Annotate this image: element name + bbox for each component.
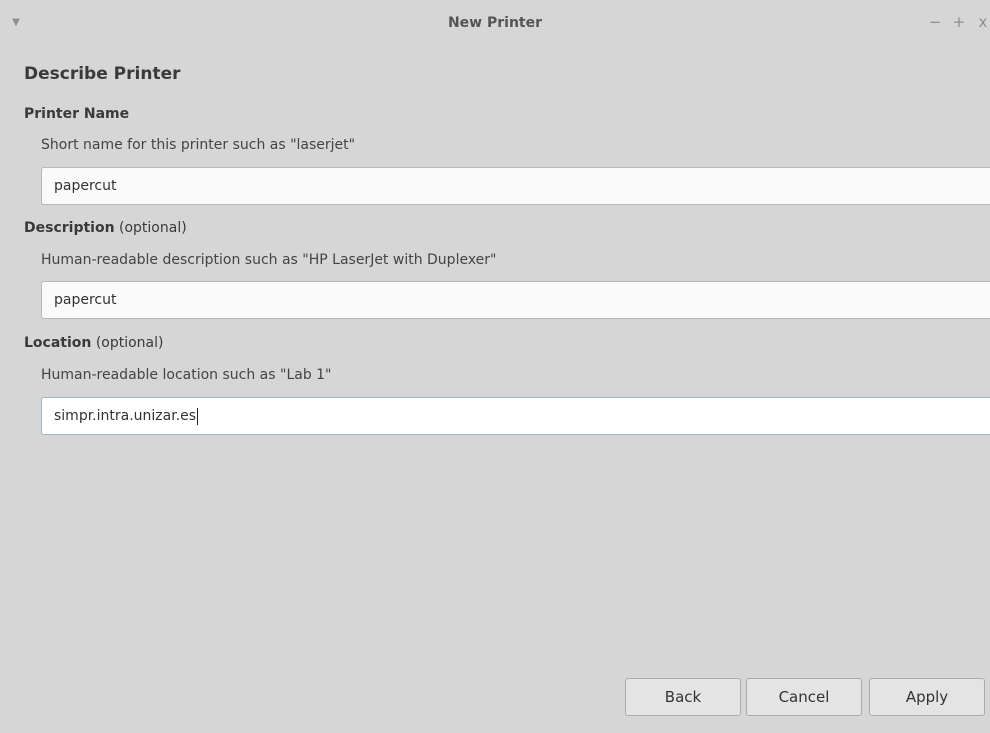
description-field[interactable]: papercut	[41, 281, 990, 319]
description-optional: (optional)	[119, 220, 187, 236]
text-caret	[197, 407, 199, 425]
location-value: simpr.intra.unizar.es	[54, 408, 197, 424]
apply-button[interactable]: Apply	[869, 678, 985, 716]
location-field[interactable]: simpr.intra.unizar.es	[41, 397, 990, 435]
description-label-text: Description	[24, 220, 115, 236]
printer-name-label: Printer Name	[24, 106, 129, 122]
maximize-button[interactable]: +	[952, 13, 966, 31]
dialog-content: Describe Printer Printer Name Short name…	[0, 50, 990, 733]
location-label: Location (optional)	[24, 335, 164, 351]
window-title: New Printer	[447, 15, 543, 31]
description-hint: Human-readable description such as "HP L…	[41, 252, 497, 268]
printer-name-field[interactable]: papercut	[41, 167, 990, 205]
location-optional: (optional)	[95, 335, 164, 351]
location-hint: Human-readable location such as "Lab 1"	[41, 367, 332, 383]
title-bar: ▼ New Printer − + x	[0, 0, 990, 50]
cancel-button[interactable]: Cancel	[746, 678, 862, 716]
description-label: Description (optional)	[24, 220, 187, 236]
page-heading: Describe Printer	[24, 64, 181, 84]
printer-name-hint: Short name for this printer such as "las…	[41, 137, 356, 153]
description-value: papercut	[54, 292, 117, 308]
location-label-text: Location	[24, 335, 92, 351]
minimize-button[interactable]: −	[928, 13, 942, 31]
printer-name-label-text: Printer Name	[24, 106, 130, 122]
printer-name-value: papercut	[54, 178, 117, 194]
window-controls: − + x	[928, 13, 990, 31]
back-button[interactable]: Back	[625, 678, 741, 716]
close-button[interactable]: x	[976, 13, 990, 31]
